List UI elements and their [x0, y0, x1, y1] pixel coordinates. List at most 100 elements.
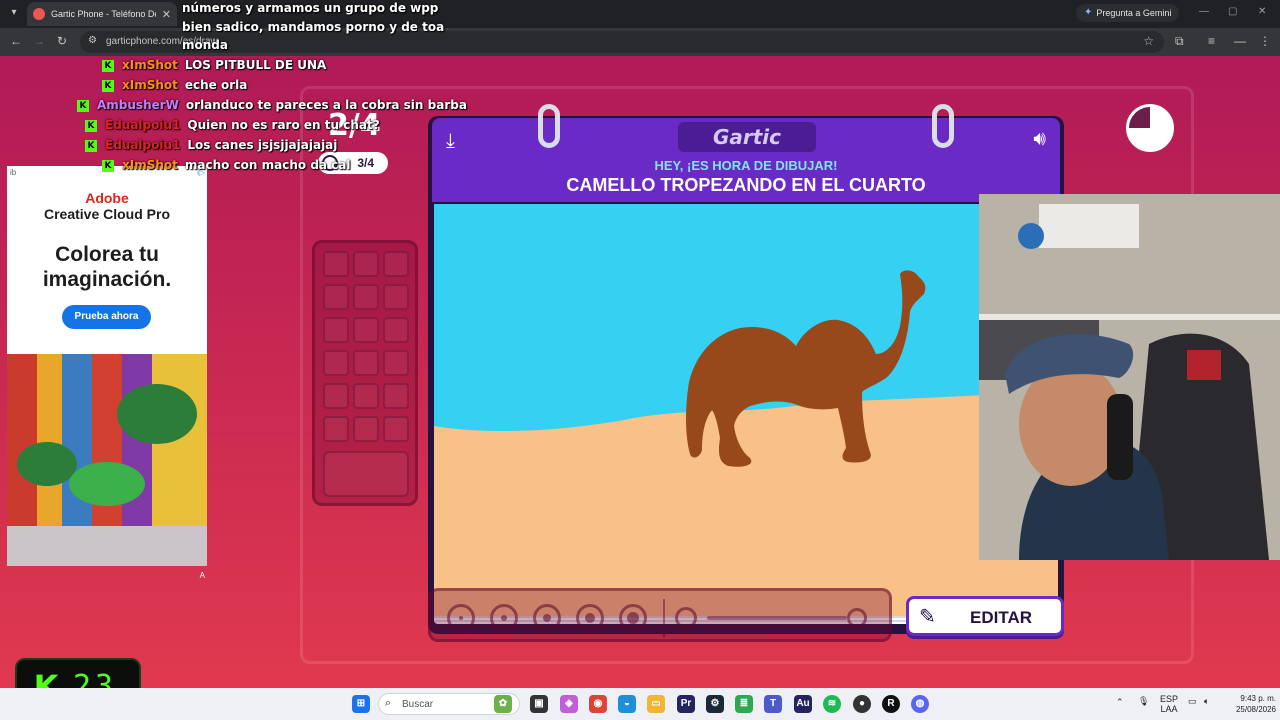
r-app-icon[interactable]: R — [882, 695, 900, 713]
brush-size-button[interactable] — [576, 604, 604, 632]
chat-message: K Edualpoiu1 Quien no es raro en tu chat? — [85, 118, 380, 132]
palette-color-swatch[interactable] — [323, 416, 349, 442]
extensions-icon[interactable]: ⧉ — [1175, 34, 1184, 49]
palette-color-swatch[interactable] — [383, 416, 409, 442]
windows-start-icon[interactable]: ⊞ — [352, 695, 370, 713]
bookmark-star-icon[interactable]: ☆ — [1143, 34, 1154, 48]
palette-color-swatch[interactable] — [353, 350, 379, 376]
tab-search-icon[interactable]: ▾ — [6, 5, 22, 21]
reading-list-icon[interactable]: ≡ — [1208, 34, 1215, 48]
brush-size-button[interactable] — [619, 604, 647, 632]
teams-icon[interactable]: T — [764, 695, 782, 713]
url-text: garticphone.com/es/draw — [106, 36, 218, 47]
chat-username: xImShot — [122, 58, 178, 72]
maximize-icon[interactable]: ▢ — [1228, 6, 1237, 17]
download-icon[interactable]: ⤓ — [446, 130, 455, 153]
close-window-icon[interactable]: ✕ — [1258, 6, 1266, 17]
chat-text: orlanduco te pareces a la cobra sin barb… — [185, 98, 467, 112]
ad-product: Creative Cloud Pro — [43, 206, 171, 222]
sound-icon[interactable]: 🔊︎ — [1033, 128, 1046, 151]
drawing-notebook: ⤓ Gartic 🔊︎ HEY, ¡ES HORA DE DIBUJAR! CA… — [428, 104, 1064, 634]
palette-custom-color[interactable] — [323, 451, 409, 497]
tab-close-icon[interactable]: ✕ — [162, 8, 171, 21]
app-stack-icon[interactable]: ≣ — [735, 695, 753, 713]
taskbar-clock[interactable]: 9:43 p. m. 25/08/2026 — [1222, 693, 1276, 715]
steam-icon[interactable]: ⚙ — [706, 695, 724, 713]
color-palette — [312, 240, 418, 506]
task-view-icon[interactable]: ▣ — [530, 695, 548, 713]
spotify-icon[interactable]: ≋ — [823, 695, 841, 713]
chrome-icon[interactable]: ◉ — [589, 695, 607, 713]
palette-color-swatch[interactable] — [383, 284, 409, 310]
kick-badge-icon: K — [102, 79, 114, 92]
brush-size-button[interactable] — [533, 604, 561, 632]
widgets-icon[interactable]: ✿ — [494, 695, 512, 713]
forward-icon[interactable]: → — [33, 34, 45, 48]
edge-icon[interactable]: ◒ — [618, 695, 636, 713]
headset — [1107, 394, 1133, 480]
discord-icon[interactable]: ◍ — [911, 695, 929, 713]
drawing-canvas[interactable] — [434, 204, 1058, 624]
palette-color-swatch[interactable] — [323, 251, 349, 277]
palette-color-swatch[interactable] — [353, 416, 379, 442]
chat-message: K AmbusherW orlanduco te pareces a la cobr… — [77, 98, 467, 112]
premiere-icon[interactable]: Pr — [677, 695, 695, 713]
profile-icon[interactable]: — — [1234, 34, 1246, 48]
brush-size-dot — [585, 613, 595, 623]
palette-color-swatch[interactable] — [323, 284, 349, 310]
palette-color-swatch[interactable] — [383, 251, 409, 277]
language-indicator[interactable]: ESP LAA — [1160, 694, 1178, 714]
notebook-ring-left — [538, 104, 560, 148]
controls-divider — [663, 599, 665, 637]
browser-tab[interactable]: Gartic Phone - Teléfono Descon ✕ — [27, 2, 177, 26]
adobe-ad[interactable]: ib i▷ Adobe Creative Cloud Pro Colorea t… — [7, 166, 207, 580]
microphone-icon[interactable]: 🎙︎ — [1138, 696, 1149, 706]
palette-color-swatch[interactable] — [353, 251, 379, 277]
chat-text: macho con macho da cal — [184, 158, 351, 172]
gemini-button[interactable]: ✦ Pregunta a Gemini — [1076, 4, 1180, 22]
palette-color-swatch[interactable] — [383, 350, 409, 376]
volume-icon[interactable]: 🔈︎ — [1204, 696, 1209, 706]
palette-color-swatch[interactable] — [353, 317, 379, 343]
globe — [1018, 223, 1044, 249]
browser-tab-bar: ▾ Gartic Phone - Teléfono Descon ✕ ✦ Pre… — [0, 0, 1280, 28]
gartic-favicon-icon — [33, 8, 45, 20]
audition-icon[interactable]: Au — [794, 695, 812, 713]
brush-size-button[interactable] — [447, 604, 475, 632]
file-explorer-icon[interactable]: ▭ — [647, 695, 665, 713]
edit-button[interactable]: ✎ EDITAR — [906, 596, 1064, 636]
site-info-icon[interactable]: ⚙ — [88, 35, 97, 46]
brush-size-dot — [627, 612, 639, 624]
minimize-icon[interactable]: — — [1199, 6, 1209, 17]
chat-username: Edualpoiu1 — [105, 118, 181, 132]
palette-color-swatch[interactable] — [383, 317, 409, 343]
obs-icon[interactable]: ● — [853, 695, 871, 713]
ad-headline: Colorea tu imaginación. — [42, 243, 172, 291]
brush-size-dot — [543, 614, 551, 622]
palette-color-swatch[interactable] — [323, 317, 349, 343]
network-icon[interactable]: ▭ — [1188, 696, 1197, 706]
palette-color-swatch[interactable] — [383, 383, 409, 409]
ad-cta-button[interactable]: Prueba ahora — [62, 305, 151, 329]
kick-badge-icon: K — [85, 119, 97, 132]
address-bar[interactable]: ⚙ garticphone.com/es/draw ☆ — [80, 31, 1164, 53]
tray-chevron-icon[interactable]: ⌃ — [1116, 697, 1124, 707]
kick-badge-icon: K — [85, 139, 97, 152]
ad-info-label: ib — [10, 168, 17, 177]
ad-brand: Adobe — [85, 190, 129, 206]
art-leaf-1 — [117, 384, 197, 444]
opacity-slider-knob[interactable] — [847, 608, 867, 628]
back-icon[interactable]: ← — [10, 34, 22, 48]
opacity-slider-track[interactable] — [707, 616, 847, 620]
copilot-icon[interactable]: ◈ — [560, 695, 578, 713]
gartic-logo: Gartic — [678, 122, 816, 152]
reload-icon[interactable]: ↻ — [57, 34, 67, 48]
taskbar-search-label: Buscar — [402, 699, 434, 710]
palette-color-swatch[interactable] — [323, 350, 349, 376]
menu-icon[interactable]: ⋮ — [1259, 34, 1271, 48]
palette-color-swatch[interactable] — [353, 284, 379, 310]
chat-username: xImShot — [122, 158, 178, 172]
palette-color-swatch[interactable] — [353, 383, 379, 409]
palette-color-swatch[interactable] — [323, 383, 349, 409]
brush-size-button[interactable] — [490, 604, 518, 632]
